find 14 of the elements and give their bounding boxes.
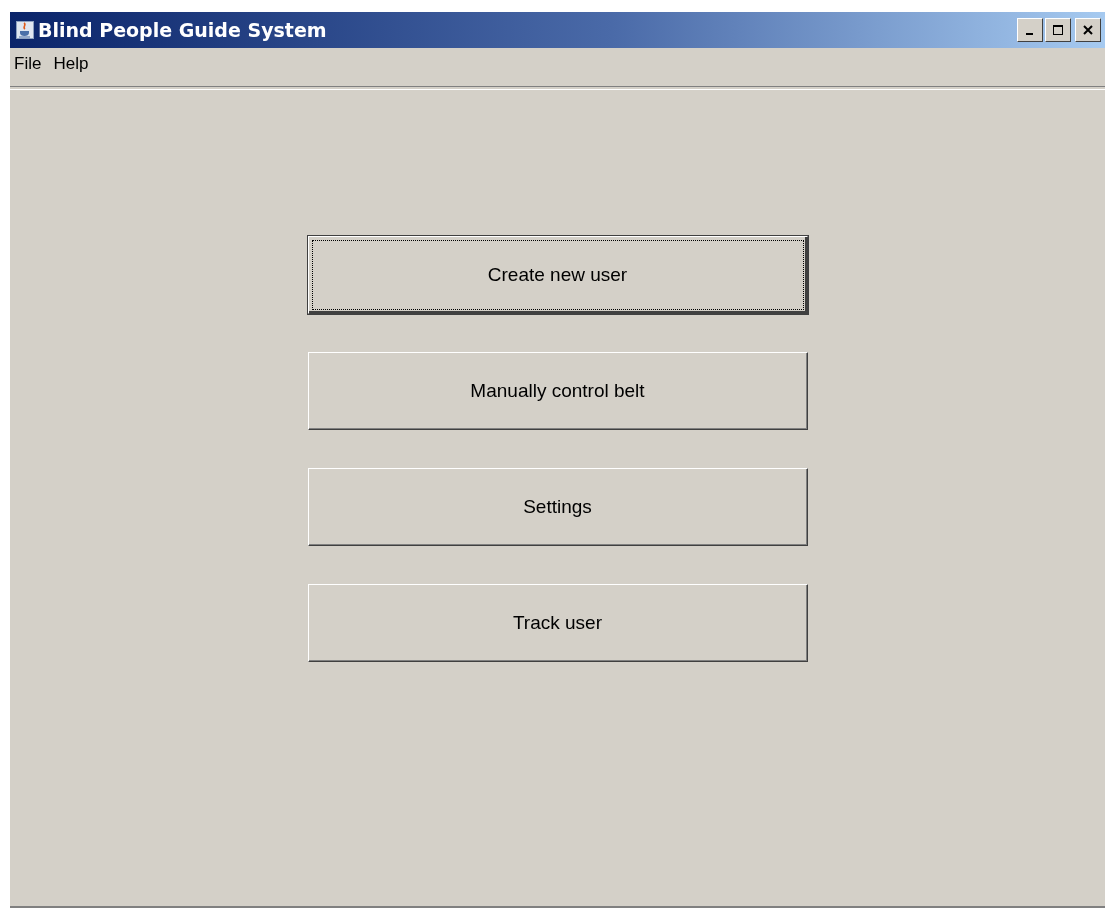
cup-icon (16, 21, 34, 39)
maximize-button[interactable] (1045, 18, 1071, 42)
minimize-icon (1025, 33, 1033, 35)
close-button[interactable] (1075, 18, 1101, 42)
action-button[interactable]: Settings (307, 468, 808, 546)
maximize-icon (1053, 25, 1063, 35)
minimize-button[interactable] (1017, 18, 1043, 42)
action-button[interactable]: Create new user (307, 236, 808, 314)
close-icon (1083, 25, 1093, 35)
menu-item[interactable]: File (14, 54, 50, 80)
action-button[interactable]: Manually control belt (307, 352, 808, 430)
menu-item[interactable]: Help (53, 54, 97, 80)
window-title: Blind People Guide System (38, 19, 327, 41)
action-button[interactable]: Track user (307, 584, 808, 662)
